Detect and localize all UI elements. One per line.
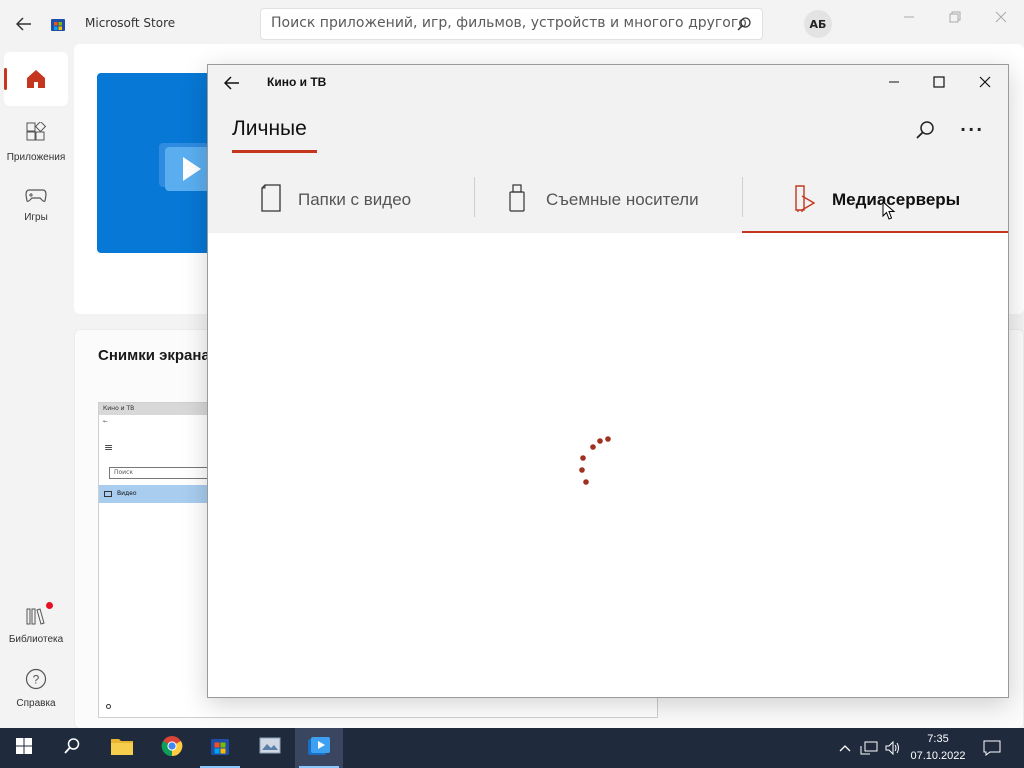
back-arrow-icon[interactable] (12, 12, 36, 36)
thumb-item-label: Видео (117, 490, 137, 497)
notification-center-icon[interactable] (983, 739, 1001, 757)
mouse-cursor (882, 200, 896, 221)
screenshots-title: Снимки экрана (98, 347, 210, 364)
network-icon[interactable] (860, 739, 878, 757)
folder-icon (110, 736, 134, 760)
nav-library-label: Библиотека (8, 634, 64, 645)
notification-dot (46, 602, 53, 609)
thumb-selected-item: Видео (99, 485, 209, 503)
apps-icon (25, 120, 47, 148)
thumb-video-icon (104, 491, 112, 497)
films-header: Кино и ТВ Личные ··· Папки с видео Съемн… (208, 65, 1008, 233)
usb-drive-icon (508, 184, 526, 216)
windows-logo-icon (15, 737, 33, 759)
nav-games[interactable]: Игры (4, 186, 68, 223)
nav-help-label: Справка (16, 698, 56, 709)
loading-spinner-icon (576, 433, 616, 485)
more-options-icon[interactable]: ··· (960, 120, 984, 139)
taskbar-file-explorer[interactable] (98, 728, 146, 768)
avatar[interactable]: АБ (804, 10, 832, 38)
maximize-icon[interactable] (929, 72, 949, 92)
page-title: Личные (232, 117, 307, 140)
nav-home[interactable] (4, 52, 68, 106)
tab-divider (742, 177, 743, 217)
chrome-icon (161, 735, 183, 761)
clock-date: 07.10.2022 (910, 750, 966, 762)
thumb-search: Поиск (109, 467, 209, 479)
nav-library[interactable]: Библиотека (4, 602, 68, 645)
system-clock[interactable]: 7:35 07.10.2022 (906, 731, 970, 765)
clock-time: 7:35 (927, 733, 949, 745)
taskbar-chrome[interactable] (148, 728, 196, 768)
chevron-up-icon[interactable] (836, 739, 854, 757)
tab-removable-media[interactable]: Съемные носители (508, 167, 699, 233)
tab-divider (474, 177, 475, 217)
home-icon (25, 68, 47, 94)
window-title: Кино и ТВ (267, 75, 327, 89)
heading-underline (232, 150, 317, 153)
start-button[interactable] (0, 728, 48, 768)
taskbar-films-tv[interactable] (295, 728, 343, 768)
minimize-icon[interactable] (884, 72, 904, 92)
tab-video-folders[interactable]: Папки с видео (260, 167, 411, 233)
search-icon[interactable] (914, 119, 936, 141)
taskbar-microsoft-store[interactable] (196, 728, 244, 768)
search-icon[interactable] (736, 16, 752, 32)
store-icon (209, 735, 231, 761)
films-tv-window: Кино и ТВ Личные ··· Папки с видео Съемн… (207, 64, 1009, 698)
tab-label: Медиасерверы (832, 190, 961, 209)
thumb-menu-icon: ≡ (104, 441, 114, 454)
nav-games-label: Игры (24, 212, 48, 223)
search-icon (63, 737, 81, 759)
films-tv-icon (307, 735, 331, 761)
store-logo-icon (50, 16, 66, 32)
tab-label: Съемные носители (546, 190, 699, 209)
nav-selected-indicator (4, 68, 7, 90)
taskbar: 7:35 07.10.2022 (0, 728, 1024, 768)
store-search-box[interactable]: Поиск приложений, игр, фильмов, устройст… (260, 8, 763, 40)
taskbar-search-button[interactable] (48, 728, 96, 768)
help-icon: ? (25, 668, 47, 694)
volume-icon[interactable] (884, 739, 902, 757)
back-arrow-icon[interactable] (222, 73, 242, 93)
thumb-title: Кино и ТВ (103, 405, 135, 412)
store-search-input[interactable]: Поиск приложений, игр, фильмов, устройст… (271, 15, 747, 31)
folder-video-icon (260, 184, 282, 216)
restore-icon[interactable] (947, 9, 963, 25)
app-window-icon (258, 735, 282, 761)
tab-label: Папки с видео (298, 190, 412, 209)
svg-text:?: ? (33, 673, 40, 687)
minimize-icon[interactable] (901, 9, 917, 25)
close-icon[interactable] (993, 9, 1009, 25)
nav-help[interactable]: ? Справка (4, 668, 68, 709)
tab-media-servers[interactable]: Медиасерверы (794, 167, 960, 233)
library-icon (25, 602, 53, 630)
taskbar-app[interactable] (246, 728, 294, 768)
thumb-dot (106, 704, 111, 709)
media-server-icon (794, 184, 816, 216)
store-app-title: Microsoft Store (85, 16, 176, 30)
nav-apps[interactable]: Приложения (4, 120, 68, 163)
close-icon[interactable] (975, 72, 995, 92)
store-titlebar: Microsoft Store Поиск приложений, игр, ф… (0, 0, 1024, 48)
thumb-back-icon: ← (103, 418, 109, 425)
nav-apps-label: Приложения (6, 152, 66, 163)
gamepad-icon (25, 186, 47, 208)
